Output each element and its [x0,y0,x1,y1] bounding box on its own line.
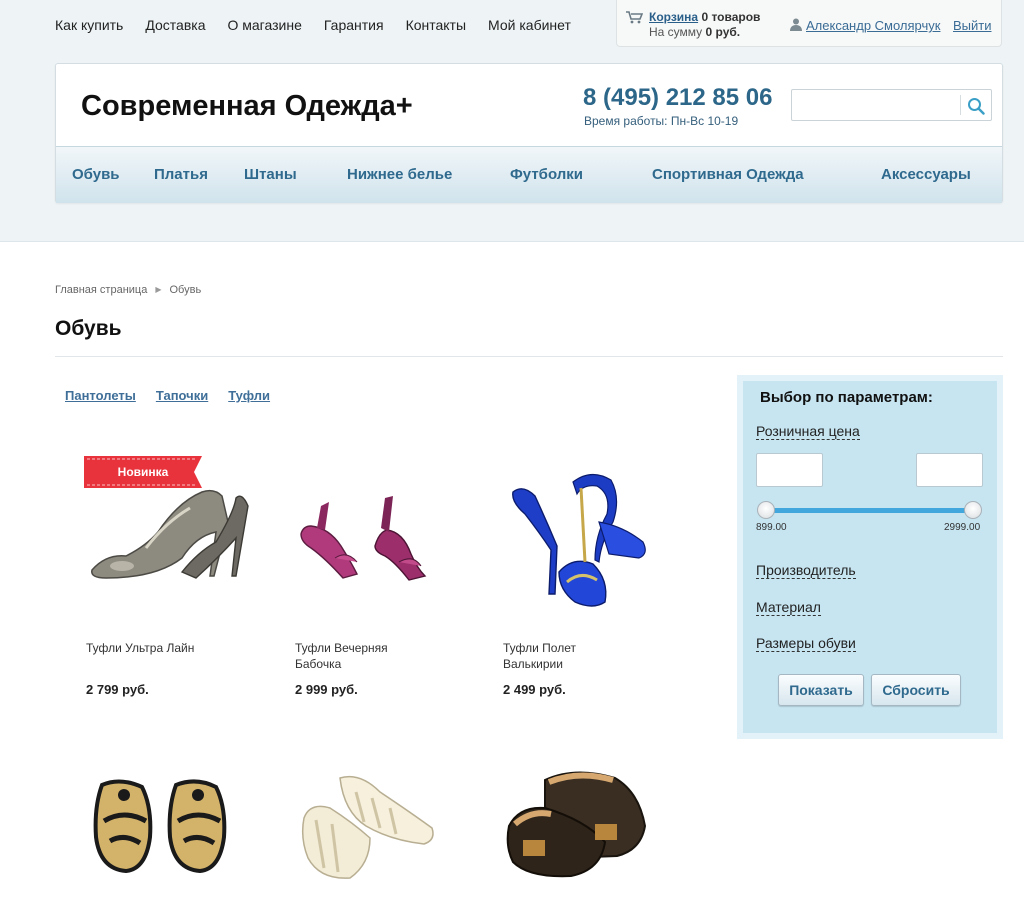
top-navigation: Как купить Доставка О магазине Гарантия … [55,17,571,33]
filter-price-toggle[interactable]: Розничная цена [756,423,860,440]
cart-icon [625,10,644,27]
price-max-label: 2999.00 [944,522,981,533]
category-dresses[interactable]: Платья [154,166,208,183]
cart-summary: Корзина 0 товаров На сумму 0 руб. [649,10,760,40]
topnav-warranty[interactable]: Гарантия [324,17,384,33]
search-input[interactable] [796,93,956,117]
cart-count: 0 товаров [701,10,761,24]
search-divider [960,95,961,115]
subcategory-links: Пантолеты Тапочки Туфли [65,388,270,403]
price-to-input[interactable] [916,453,983,487]
user-icon [790,18,802,34]
subcategory-heels[interactable]: Туфли [228,388,270,403]
category-sportswear[interactable]: Спортивная Одежда [652,166,804,183]
filter-sizes-toggle[interactable]: Размеры обуви [756,635,856,652]
category-accessories[interactable]: Аксессуары [881,166,971,183]
cart-sum: 0 руб. [705,25,741,39]
topnav-delivery[interactable]: Доставка [145,17,205,33]
topnav-how-to-buy[interactable]: Как купить [55,17,123,33]
filter-panel: Выбор по параметрам: Розничная цена 899.… [737,375,1003,739]
cart-link[interactable]: Корзина [649,10,698,24]
product-image-leather-slippers[interactable] [505,766,650,884]
new-badge: Новинка [84,456,202,488]
price-slider-track[interactable] [765,508,972,513]
product-price: 2 799 руб. [86,682,149,697]
category-pants[interactable]: Штаны [244,166,297,183]
product-price: 2 499 руб. [503,682,566,697]
user-profile-link[interactable]: Александр Смолярчук [806,18,940,33]
badge-label: Новинка [117,465,169,479]
subcategory-pantolety[interactable]: Пантолеты [65,388,136,403]
filter-manufacturer-toggle[interactable]: Производитель [756,562,856,579]
phone-number: 8 (495) 212 85 06 [583,84,773,111]
category-underwear[interactable]: Нижнее белье [347,166,452,183]
cart-widget: Корзина 0 товаров На сумму 0 руб. Алекса… [616,0,1002,47]
page-title: Обувь [55,317,122,340]
price-slider-max-handle[interactable] [964,501,982,519]
category-shoes[interactable]: Обувь [72,166,120,183]
category-navigation: Обувь Платья Штаны Нижнее белье Футболки… [56,146,1002,203]
title-divider [55,356,1003,357]
breadcrumb-current: Обувь [169,284,202,296]
search-box [791,89,992,121]
product-image-flip-flops[interactable] [90,777,240,877]
site-logo[interactable]: Современная Одежда+ [81,90,413,123]
filter-title: Выбор по параметрам: [760,389,933,406]
product-image-blue-heels[interactable] [503,462,683,622]
product-price: 2 999 руб. [295,682,358,697]
product-image-white-sandals[interactable] [300,768,440,888]
filter-material-toggle[interactable]: Материал [756,599,821,616]
topnav-my-account[interactable]: Мой кабинет [488,17,571,33]
subcategory-slippers[interactable]: Тапочки [156,388,208,403]
product-name[interactable]: Туфли Ультра Лайн [86,640,216,656]
working-hours: Время работы: Пн-Вс 10-19 [584,114,739,128]
topnav-contacts[interactable]: Контакты [406,17,466,33]
breadcrumb-arrow-icon: ▶ [155,285,162,294]
cart-sum-label: На сумму [649,25,703,39]
category-tshirts[interactable]: Футболки [510,166,583,183]
price-slider-min-handle[interactable] [757,501,775,519]
search-icon[interactable] [967,97,985,118]
topnav-about[interactable]: О магазине [227,17,301,33]
price-min-label: 899.00 [756,522,787,533]
price-from-input[interactable] [756,453,823,487]
show-button[interactable]: Показать [778,674,864,706]
product-image-pink-heels[interactable] [295,462,475,622]
breadcrumb-home[interactable]: Главная страница [55,284,147,296]
product-name[interactable]: Туфли Вечерняя Бабочка [295,640,425,672]
logout-link[interactable]: Выйти [953,18,992,33]
breadcrumb: Главная страница ▶ Обувь [55,284,201,296]
product-name[interactable]: Туфли Полет Валькирии [503,640,633,672]
reset-button[interactable]: Сбросить [871,674,961,706]
site-header: Современная Одежда+ 8 (495) 212 85 06 Вр… [55,63,1003,203]
